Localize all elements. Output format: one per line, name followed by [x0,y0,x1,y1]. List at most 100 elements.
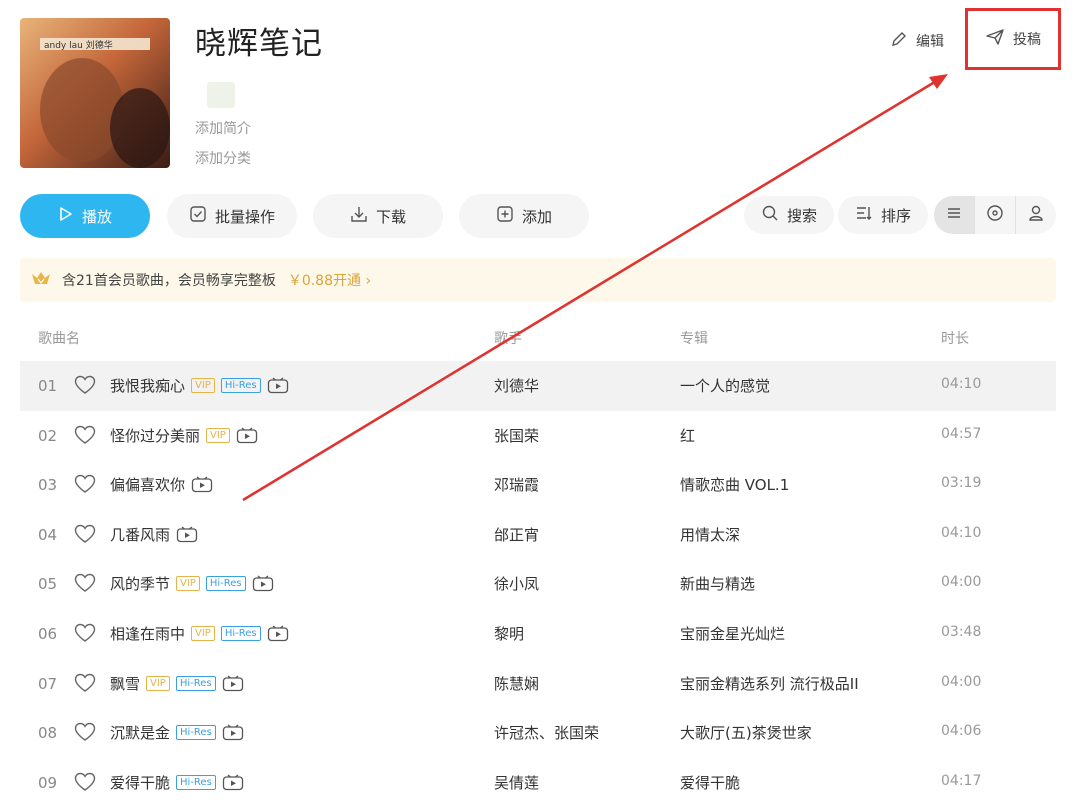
person-icon [1027,204,1045,226]
table-row[interactable]: 06 相逢在雨中 VIP Hi-Res 黎明 宝丽金星光灿烂 03:48 [20,609,1056,659]
vip-banner: 含21首会员歌曲，会员畅享完整板 ￥0.88开通 › [20,258,1056,302]
album-link[interactable]: 红 [680,425,695,446]
artist-view-button[interactable] [1015,196,1056,234]
duration: 04:00 [941,673,982,690]
mv-icon[interactable] [222,774,244,791]
song-title[interactable]: 几番风雨 [110,524,170,545]
album-link[interactable]: 爱得干脆 [680,772,740,793]
album-link[interactable]: 新曲与精选 [680,573,755,594]
playlist-cover[interactable]: andy lau 刘德华 [20,18,170,168]
vip-badge: VIP [191,625,215,641]
download-button[interactable]: 下载 [313,194,443,238]
mv-icon[interactable] [222,724,244,741]
artist-link[interactable]: 邓瑞霞 [494,474,539,495]
artist-link[interactable]: 徐小凤 [494,573,539,594]
row-number: 09 [38,773,58,792]
song-name-cell: 怪你过分美丽 VIP [110,425,258,446]
duration: 04:10 [941,524,982,541]
artist-link[interactable]: 邰正宵 [494,524,539,545]
artist-link[interactable]: 黎明 [494,623,524,644]
batch-operation-button[interactable]: 批量操作 [167,194,297,238]
song-title[interactable]: 怪你过分美丽 [110,425,200,446]
mv-icon[interactable] [176,526,198,543]
table-row[interactable]: 07 飘雪 VIP Hi-Res 陈慧娴 宝丽金精选系列 流行极品II 04:00 [20,659,1056,709]
album-link[interactable]: 情歌恋曲 VOL.1 [680,474,789,495]
add-button[interactable]: 添加 [459,194,589,238]
header-duration[interactable]: 时长 [941,328,969,348]
heart-icon[interactable] [74,375,96,399]
heart-icon[interactable] [74,673,96,697]
submit-button[interactable]: 投稿 [965,8,1061,70]
heart-icon[interactable] [74,573,96,597]
album-link[interactable]: 宝丽金星光灿烂 [680,623,785,644]
song-title[interactable]: 飘雪 [110,673,140,694]
crown-icon [30,269,52,291]
vip-badge: VIP [206,427,230,443]
play-all-button[interactable]: 播放 [20,194,150,238]
list-view-button[interactable] [934,196,974,234]
submit-label: 投稿 [1013,32,1041,48]
edit-label: 编辑 [916,34,944,50]
mv-icon[interactable] [222,675,244,692]
artist-link[interactable]: 许冠杰、张国荣 [494,722,599,743]
mv-icon[interactable] [252,575,274,592]
artist-link[interactable]: 陈慧娴 [494,673,539,694]
header-album[interactable]: 专辑 [680,328,708,348]
send-icon [985,28,1005,50]
duration: 04:00 [941,574,982,591]
album-link[interactable]: 一个人的感觉 [680,375,770,396]
artist-link[interactable]: 刘德华 [494,375,539,396]
heart-icon[interactable] [74,474,96,498]
add-intro-link[interactable]: 添加简介 [195,118,251,138]
search-button[interactable]: 搜索 [744,196,834,234]
table-row[interactable]: 08 沉默是金 Hi-Res 许冠杰、张国荣 大歌厅(五)茶煲世家 04:06 [20,708,1056,758]
album-link[interactable]: 用情太深 [680,524,740,545]
row-number: 01 [38,377,58,395]
mv-icon[interactable] [267,625,289,642]
mv-icon[interactable] [267,377,289,394]
play-label: 播放 [81,207,112,226]
song-name-cell: 沉默是金 Hi-Res [110,722,244,743]
song-list: 01 我恨我痴心 VIP Hi-Res 刘德华 一个人的感觉 04:10 02 怪你过分美丽 VI… [20,361,1056,807]
edit-button[interactable]: 编辑 [890,30,944,52]
heart-icon[interactable] [74,425,96,449]
sort-button[interactable]: 排序 [838,196,928,234]
song-title[interactable]: 风的季节 [110,573,170,594]
hires-badge: Hi-Res [205,576,246,592]
heart-icon[interactable] [74,722,96,746]
checkbox-icon [189,205,207,227]
song-title[interactable]: 相逢在雨中 [110,623,185,644]
header-song-name[interactable]: 歌曲名 [38,328,80,348]
tag-placeholder[interactable] [207,82,235,108]
heart-icon[interactable] [74,772,96,796]
song-title[interactable]: 我恨我痴心 [110,375,185,396]
table-row[interactable]: 02 怪你过分美丽 VIP 张国荣 红 04:57 [20,411,1056,461]
header-artist[interactable]: 歌手 [494,328,522,348]
table-row[interactable]: 04 几番风雨 邰正宵 用情太深 04:10 [20,510,1056,560]
table-row[interactable]: 01 我恨我痴心 VIP Hi-Res 刘德华 一个人的感觉 04:10 [20,361,1056,411]
heart-icon[interactable] [74,524,96,548]
table-row[interactable]: 09 爱得干脆 Hi-Res 吴倩莲 爱得干脆 04:17 [20,758,1056,808]
song-title[interactable]: 沉默是金 [110,722,170,743]
song-name-cell: 相逢在雨中 VIP Hi-Res [110,623,289,644]
album-link[interactable]: 大歌厅(五)茶煲世家 [680,722,812,743]
song-title[interactable]: 爱得干脆 [110,772,170,793]
song-title[interactable]: 偏偏喜欢你 [110,474,185,495]
mv-icon[interactable] [236,427,258,444]
disc-icon [986,204,1004,226]
cover-text: andy lau 刘德华 [44,39,113,51]
artist-link[interactable]: 张国荣 [494,425,539,446]
hires-badge: Hi-Res [175,675,216,691]
album-link[interactable]: 宝丽金精选系列 流行极品II [680,673,859,694]
disc-view-button[interactable] [974,196,1015,234]
list-icon [946,205,962,225]
artist-link[interactable]: 吴倩莲 [494,772,539,793]
mv-icon[interactable] [191,476,213,493]
add-category-link[interactable]: 添加分类 [195,148,251,168]
row-number: 04 [38,525,58,544]
vip-open-link[interactable]: ￥0.88开通 › [288,270,371,290]
song-name-cell: 爱得干脆 Hi-Res [110,772,244,793]
table-row[interactable]: 05 风的季节 VIP Hi-Res 徐小凤 新曲与精选 04:00 [20,559,1056,609]
heart-icon[interactable] [74,623,96,647]
table-row[interactable]: 03 偏偏喜欢你 邓瑞霞 情歌恋曲 VOL.1 03:19 [20,460,1056,510]
